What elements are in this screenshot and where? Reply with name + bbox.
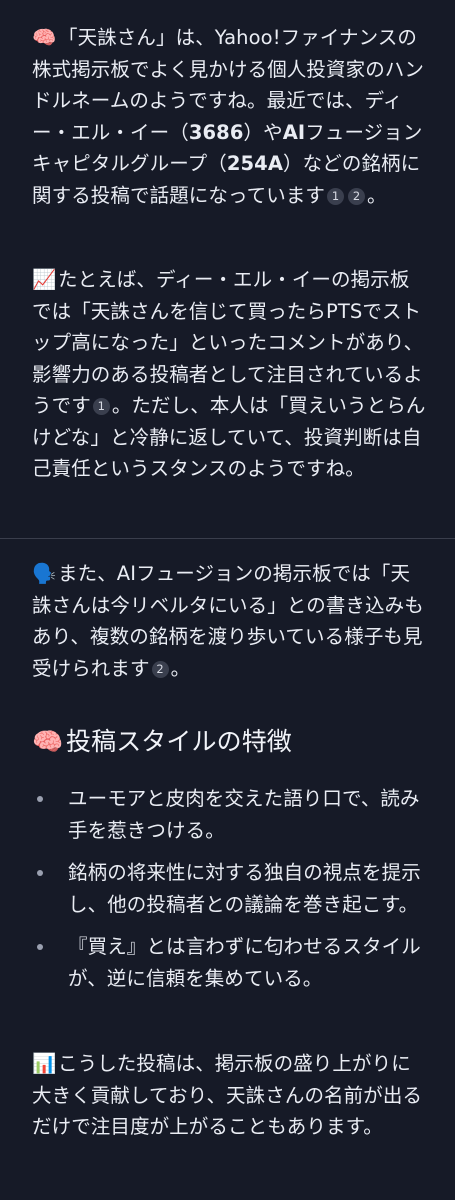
citation-badge-2[interactable]: 2	[151, 660, 169, 678]
bullet-dot	[37, 796, 43, 802]
list-item: 銘柄の将来性に対する独自の視点を提示し、他の投稿者との議論を巻き起こす。	[32, 857, 427, 920]
example-paragraph: 📈たとえば、ディー・エル・イーの掲示板では「天誅さんを信じて買ったらPTSでスト…	[32, 264, 427, 485]
ai-fusion-paragraph: 🗣️また、AIフュージョンの掲示板では「天誅さんは今リベルタにいる」との書き込み…	[32, 558, 427, 684]
list-item: 『買え』とは言わずに匂わせるスタイルが、逆に信頼を集めている。	[32, 931, 427, 994]
ticker-ai-fusion: 254A	[226, 152, 284, 175]
ai-fusion-text: また、AIフュージョンの掲示板では「天誅さんは今リベルタにいる」との書き込みもあ…	[32, 562, 424, 680]
brain-icon: 🧠	[32, 26, 57, 49]
example-text-end: 。ただし、本人は「買えいうとらんけどな」と冷静に返していて、投資判断は自己責任と…	[32, 394, 426, 480]
intro-paragraph: 🧠「天誅さん」は、Yahoo!ファイナンスの株式掲示板でよく見かける個人投資家の…	[32, 22, 427, 211]
conclusion-paragraph: 📊こうした投稿は、掲示板の盛り上がりに大きく貢献しており、天誅さんの名前が出るだ…	[32, 1048, 427, 1143]
ai-fusion-text-end: 。	[170, 656, 191, 680]
ticker-dle: 3686	[188, 120, 244, 144]
intro-text-2: ）や	[243, 120, 283, 144]
chart-increasing-icon: 📈	[32, 268, 57, 291]
bar-chart-icon: 📊	[32, 1052, 57, 1075]
citation-badge-1[interactable]: 1	[327, 187, 345, 205]
conclusion-text: こうした投稿は、掲示板の盛り上がりに大きく貢献しており、天誅さんの名前が出るだけ…	[32, 1052, 423, 1138]
bullet-dot	[37, 944, 43, 950]
list-item-text: ユーモアと皮肉を交えた語り口で、読み手を惹きつける。	[68, 787, 420, 842]
section-heading-text: 投稿スタイルの特徴	[66, 727, 292, 756]
style-bullet-list: ユーモアと皮肉を交えた語り口で、読み手を惹きつける。 銘柄の将来性に対する独自の…	[32, 783, 427, 1005]
speaking-head-icon: 🗣️	[32, 562, 57, 585]
list-item: ユーモアと皮肉を交えた語り口で、読み手を惹きつける。	[32, 783, 427, 846]
ai-text: AI	[282, 120, 306, 144]
section-divider	[0, 538, 455, 539]
bullet-dot	[37, 870, 43, 876]
list-item-text: 『買え』とは言わずに匂わせるスタイルが、逆に信頼を集めている。	[68, 935, 421, 990]
citation-badge-1[interactable]: 1	[92, 398, 110, 415]
brain-icon: 🧠	[32, 727, 64, 756]
section-heading: 🧠投稿スタイルの特徴	[32, 722, 427, 762]
intro-end: 。	[367, 183, 387, 207]
list-item-text: 銘柄の将来性に対する独自の視点を提示し、他の投稿者との議論を巻き起こす。	[68, 861, 421, 916]
citation-badge-2[interactable]: 2	[348, 187, 366, 205]
